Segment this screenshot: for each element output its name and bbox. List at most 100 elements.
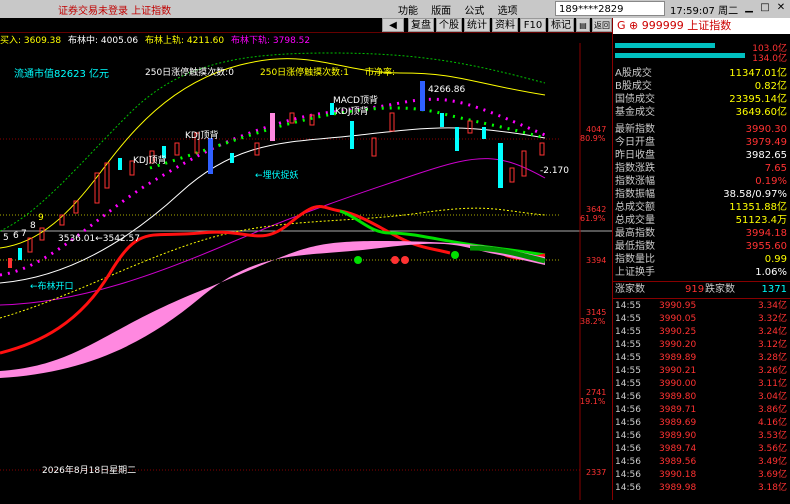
toolbar-mark-button[interactable]: 标记 (548, 18, 574, 32)
stat-row: 指数涨幅 0.19% (615, 176, 789, 188)
volume-bar-cyan (615, 43, 715, 48)
stat-label: 今日开盘 (615, 137, 655, 148)
toolbar-f10-button[interactable]: F10 (520, 18, 546, 32)
stat-value: 7.65 (764, 163, 787, 174)
candle (467, 120, 473, 134)
candle (289, 112, 295, 124)
stat-row: 指数量比 0.99 (615, 254, 789, 266)
toolbar: ◀ 复盘 个股 统计 资料 F10 标记 ▤ 返回 (0, 18, 612, 33)
stat-value: 3649.60亿 (735, 107, 787, 118)
stat-label: B股成交 (615, 81, 652, 92)
stat-value: 3994.18 (745, 228, 787, 239)
stat-label: A股成交 (615, 68, 652, 79)
axis-price: 2337 (586, 468, 607, 477)
candle (18, 248, 22, 260)
stat-row: 最高指数 3994.18 (615, 228, 789, 240)
stat-value: 1.06% (755, 267, 787, 278)
stat-label: 最高指数 (615, 228, 655, 239)
axis-price: 3145 (586, 308, 607, 317)
candle (539, 142, 545, 156)
tick-row: 14:56 3989.90 3.53亿 (615, 431, 787, 441)
candle (498, 143, 503, 188)
stat-row: 指数振幅 38.58/0.97% (615, 189, 789, 201)
tick-row: 14:55 3990.00 3.11亿 (615, 379, 787, 389)
stat-label: 昨日收盘 (615, 150, 655, 161)
candle (208, 138, 213, 174)
kline-chart[interactable]: 流通市值82623 亿元 250日涨停触摸次数:0 250日涨停触摸次数:1 市… (0, 43, 612, 500)
stat-label: 总成交额 (615, 202, 655, 213)
toolbar-arrow-button[interactable]: ◀ (382, 18, 404, 32)
toolbar-back-button[interactable]: 返回 (592, 18, 612, 32)
candle (389, 112, 395, 132)
menu-item-formula[interactable]: 公式 (464, 6, 484, 17)
toolbar-replay-button[interactable]: 复盘 (408, 18, 434, 32)
menu-item-layout[interactable]: 版面 (431, 6, 451, 17)
candle (350, 121, 354, 149)
quote-panel: G ⊕ 999999 上证指数 103.0亿 134.0亿 A股成交 11347.… (612, 18, 790, 500)
stat-value: 3982.65 (745, 150, 787, 161)
signal-green-dot (451, 251, 459, 259)
menu-item-function[interactable]: 功能 (398, 6, 418, 17)
candle (8, 258, 12, 268)
menu-bar: 功能 版面 公式 选项 (398, 2, 528, 17)
candle (371, 137, 377, 157)
toolbar-stock-button[interactable]: 个股 (436, 18, 462, 32)
latent-label: ←埋伏捉妖 (255, 171, 299, 181)
stat-value: 3955.60 (745, 241, 787, 252)
toolbar-category-button[interactable]: ▤ (576, 18, 590, 32)
stat-label: 最低指数 (615, 241, 655, 252)
tick-row: 14:56 3989.69 4.16亿 (615, 418, 787, 428)
candle (509, 167, 515, 183)
limit-up-count-label: 250日涨停触摸次数:0 (145, 68, 234, 78)
title-bar: 证券交易未登录 上证指数 功能 版面 公式 选项 189****2829 17:… (0, 0, 790, 18)
stat-value: 0.19% (755, 176, 787, 187)
stat-row: 基金成交 3649.60亿 (615, 107, 789, 119)
close-icon[interactable]: ✕ (774, 1, 788, 15)
left-number: 9 (38, 213, 44, 223)
stat-row: 最新指数 3990.30 (615, 124, 789, 136)
maximize-icon[interactable]: □ (758, 1, 772, 15)
candle (440, 113, 444, 127)
toolbar-stats-button[interactable]: 统计 (464, 18, 490, 32)
axis-percent: 19.1% (580, 397, 606, 406)
stat-value: 0.82亿 (754, 81, 787, 92)
stat-label: 指数量比 (615, 254, 655, 265)
left-number: 6 (13, 231, 19, 241)
stat-row: 国债成交 23395.14亿 (615, 94, 789, 106)
axis-price: 2741 (586, 388, 607, 397)
stat-label: 基金成交 (615, 107, 655, 118)
quote-header[interactable]: G ⊕ 999999 上证指数 (613, 18, 790, 34)
limit-down-count-label: 250日涨停触摸次数:1 (260, 68, 349, 78)
candle (270, 113, 275, 141)
stat-value: 51123.4万 (735, 215, 787, 226)
up-count: 919 (685, 284, 705, 295)
tick-row: 14:56 3989.80 3.04亿 (615, 392, 787, 402)
clock: 17:59:07 周二 (670, 6, 739, 17)
header-value: 134.0亿 (752, 54, 787, 64)
float-cap-label: 流通市值82623 亿元 (14, 69, 109, 80)
stat-label: 总成交量 (615, 215, 655, 226)
candle (104, 162, 110, 189)
down-count: 1371 (761, 284, 787, 295)
updown-row: 涨家数 919 跌家数 1371 (615, 284, 789, 296)
stat-value: 0.99 (764, 254, 787, 265)
axis-price: 3642 (586, 205, 607, 214)
left-number: 5 (3, 233, 9, 243)
signal-red-dot (391, 256, 399, 264)
candle (420, 81, 425, 111)
candle (455, 127, 459, 151)
candle (118, 158, 122, 170)
stat-label: 国债成交 (615, 94, 655, 105)
axis-price: 3394 (586, 256, 607, 265)
stat-value: 3990.30 (745, 124, 787, 135)
minimize-icon[interactable]: ▁ (742, 1, 756, 15)
toolbar-info-button[interactable]: 资料 (492, 18, 518, 32)
menu-item-options[interactable]: 选项 (498, 6, 518, 17)
axis-price: 4047 (586, 125, 607, 134)
stat-row: 上证换手 1.06% (615, 267, 789, 279)
account-field[interactable]: 189****2829 (555, 1, 665, 16)
tick-row: 14:55 3989.89 3.28亿 (615, 353, 787, 363)
stat-row: B股成交 0.82亿 (615, 81, 789, 93)
last-change-label: -2.170 (540, 166, 570, 176)
stat-label: 指数振幅 (615, 189, 655, 200)
